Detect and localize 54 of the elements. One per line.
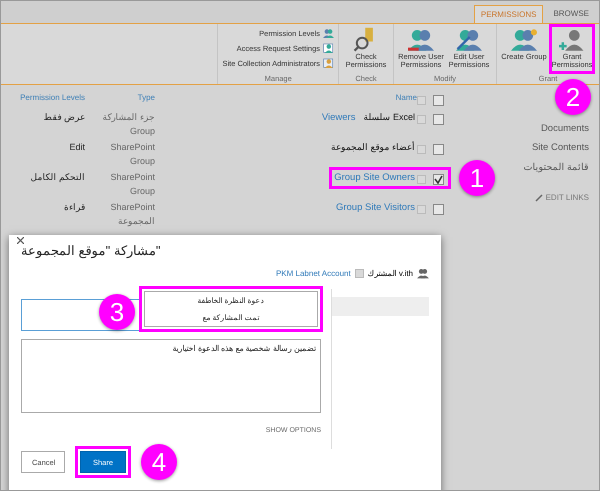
square-icon [417, 175, 426, 184]
permission-level: قراءة [64, 202, 85, 212]
callout-number: 2 [555, 79, 591, 115]
type-text: SharePoint [110, 202, 155, 212]
square-icon [417, 205, 426, 214]
people-pencil-icon [456, 27, 482, 53]
square-icon [354, 269, 364, 278]
callout-number: 1 [459, 160, 495, 196]
person-window-icon [323, 58, 334, 69]
square-icon [417, 96, 426, 105]
square-icon [417, 145, 426, 154]
callout-number: 4 [141, 444, 177, 480]
type-text: SharePoint [110, 172, 155, 182]
type-text: جزء المشاركة [102, 112, 155, 122]
column-header[interactable]: Type [138, 93, 155, 102]
checkbox[interactable] [433, 114, 444, 125]
type-text: SharePoint [110, 142, 155, 152]
type-text: Group [130, 186, 155, 196]
person-plus-icon [559, 27, 585, 53]
people-icon [323, 28, 334, 39]
checkbox[interactable] [433, 174, 444, 185]
shared-by-text: v.ith المشترك [368, 269, 413, 278]
group-link[interactable]: Viewers [322, 112, 356, 136]
square-icon [417, 115, 426, 124]
type-text: المجموعة [118, 216, 155, 226]
message-field[interactable]: تضمين رسالة شخصية مع هذه الدعوة اختيارية [21, 339, 321, 413]
nav-link[interactable]: Site Contents [532, 142, 589, 153]
group-name: سلسلة Excel [363, 112, 415, 124]
permission-level: التحكم الكامل [30, 172, 85, 182]
pencil-icon [534, 194, 543, 202]
permission-level: عرض فقط [43, 112, 85, 122]
ribbon-tab[interactable]: PERMISSIONS [474, 5, 544, 23]
column-header[interactable]: Permission Levels [20, 93, 85, 102]
nav-link[interactable]: Documents [540, 123, 589, 134]
group-link[interactable]: Group Site Owners [334, 172, 415, 196]
account-link[interactable]: PKM Labnet Account [276, 269, 351, 278]
people-minus-icon [408, 27, 434, 53]
group-name: أعضاء موقع المجموعة [330, 142, 415, 154]
people-icon [511, 27, 537, 53]
checkbox[interactable] [433, 95, 444, 106]
group-link[interactable]: Group Site Visitors [336, 202, 415, 226]
edit-links[interactable]: EDIT LINKS [534, 193, 589, 202]
ribbon-tab[interactable]: BROWSE [547, 5, 595, 23]
nav-link[interactable]: قائمة المحتويات [523, 161, 589, 173]
column-header[interactable]: Name [396, 93, 417, 102]
people-icon [417, 268, 429, 279]
checkbox[interactable] [433, 144, 444, 155]
close-icon[interactable] [17, 237, 24, 244]
dialog-title: مشاركة "موقع المجموعة" [21, 243, 162, 258]
checkbox[interactable] [433, 204, 444, 215]
permission-level: Edit [69, 142, 85, 152]
type-text: Group [130, 156, 155, 166]
type-text: Group [130, 126, 155, 136]
people-window-icon [323, 43, 334, 54]
